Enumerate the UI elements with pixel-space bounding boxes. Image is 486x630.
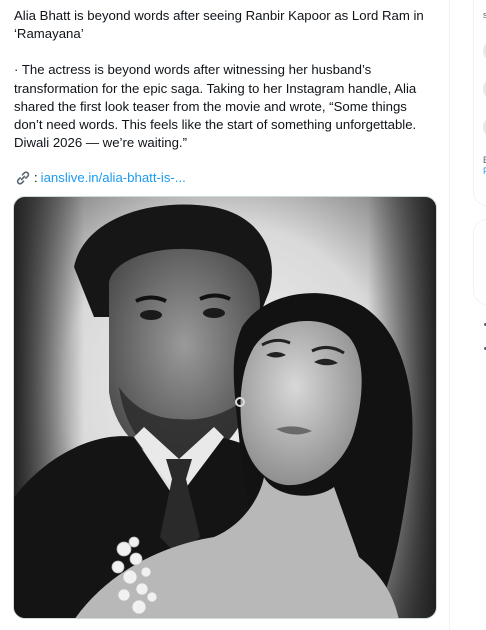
tweet-link-row: : ianslive.in/alia-bhatt-is-... <box>14 169 186 187</box>
tweet-headline-line-1: Alia Bhatt is beyond words after seeing … <box>14 8 424 23</box>
tweet-body-line-4: don’t need words. This feels like the st… <box>14 117 417 133</box>
tweet-photo[interactable] <box>13 196 437 619</box>
tweet-body-line-5: Diwali 2026 — we’re waiting.” <box>14 135 187 151</box>
tweet-body-line-3: shared the first look teaser from the mo… <box>14 98 407 114</box>
article-link[interactable]: ianslive.in/alia-bhatt-is-... <box>41 169 186 187</box>
link-icon <box>14 170 32 186</box>
tweet-headline-line-2: ‘Ramayana’ <box>14 26 84 42</box>
tweet-body-line-2: transformation for the epic saga. Taking… <box>14 80 417 96</box>
sidebar-card <box>473 219 486 305</box>
tweet-body-line-1: · The actress is beyond words after witn… <box>14 62 372 78</box>
tweet-detail-column: Alia Bhatt is beyond words after seeing … <box>0 0 450 630</box>
couple-photo-image <box>14 197 436 618</box>
tweet-text: Alia Bhatt is beyond words after seeing … <box>14 7 434 152</box>
right-sidebar: s E F <box>451 0 486 630</box>
link-colon: : <box>34 170 38 185</box>
tweet-page: Alia Bhatt is beyond words after seeing … <box>0 0 486 630</box>
